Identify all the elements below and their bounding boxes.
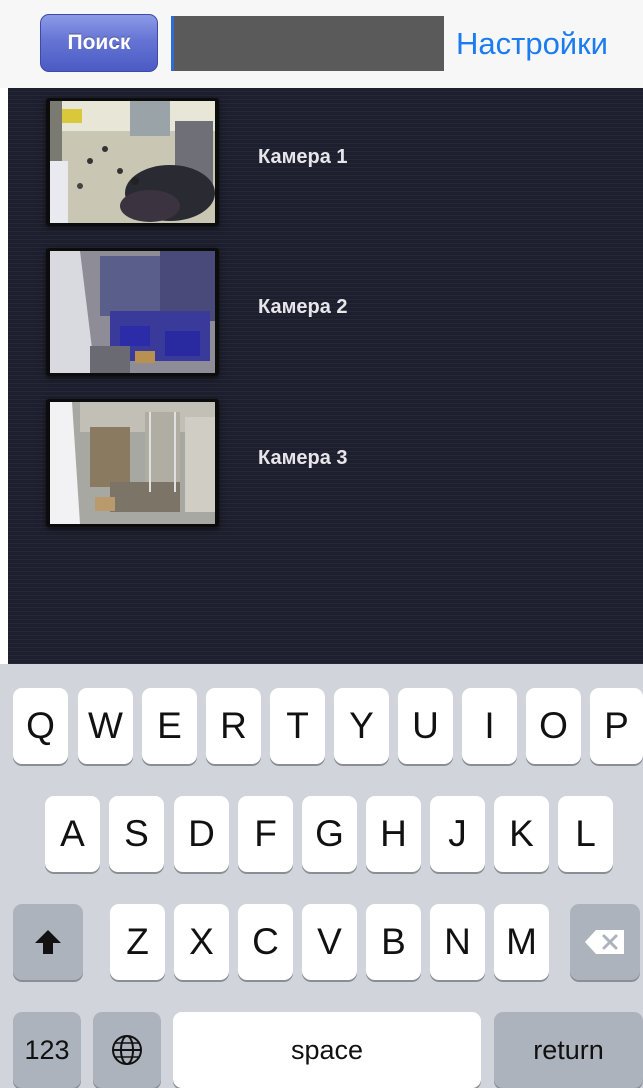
search-button[interactable]: Поиск xyxy=(40,14,158,72)
key-e[interactable]: E xyxy=(142,688,197,764)
space-key[interactable]: space xyxy=(173,1012,481,1088)
key-s[interactable]: S xyxy=(109,796,164,872)
key-o[interactable]: O xyxy=(526,688,581,764)
key-a[interactable]: A xyxy=(45,796,100,872)
key-y[interactable]: Y xyxy=(334,688,389,764)
key-h[interactable]: H xyxy=(366,796,421,872)
key-t[interactable]: T xyxy=(270,688,325,764)
numbers-key[interactable]: 123 xyxy=(13,1012,81,1088)
camera-thumbnail[interactable] xyxy=(46,98,219,226)
camera-thumbnail[interactable] xyxy=(46,399,219,527)
key-z[interactable]: Z xyxy=(110,904,165,980)
shift-arrow-icon xyxy=(35,930,61,954)
key-x[interactable]: X xyxy=(174,904,229,980)
key-q[interactable]: Q xyxy=(13,688,68,764)
globe-icon xyxy=(112,1035,142,1065)
return-key[interactable]: return xyxy=(494,1012,643,1088)
camera-thumbnail-storage-room-icon xyxy=(50,402,215,524)
key-c[interactable]: C xyxy=(238,904,293,980)
top-bar: Поиск Настройки xyxy=(0,0,643,88)
key-i[interactable]: I xyxy=(462,688,517,764)
key-b[interactable]: B xyxy=(366,904,421,980)
camera-list: Камера 1 Камера 2 Камера 3 xyxy=(8,88,643,664)
camera-list-item[interactable]: Камера 1 xyxy=(8,98,643,238)
key-p[interactable]: P xyxy=(590,688,643,764)
key-j[interactable]: J xyxy=(430,796,485,872)
delete-key[interactable] xyxy=(570,904,640,980)
key-d[interactable]: D xyxy=(174,796,229,872)
key-u[interactable]: U xyxy=(398,688,453,764)
key-r[interactable]: R xyxy=(206,688,261,764)
keyboard: Q W E R T Y U I O P A S D F G H J K L Z … xyxy=(0,664,643,1088)
key-g[interactable]: G xyxy=(302,796,357,872)
camera-thumbnail-crowd-hall-icon xyxy=(50,101,215,223)
camera-thumbnail-warehouse-aisle-icon xyxy=(50,251,215,373)
camera-thumbnail[interactable] xyxy=(46,248,219,376)
settings-link[interactable]: Настройки xyxy=(456,24,608,64)
camera-label: Камера 3 xyxy=(258,447,348,469)
key-m[interactable]: M xyxy=(494,904,549,980)
backspace-icon xyxy=(585,930,624,954)
key-w[interactable]: W xyxy=(78,688,133,764)
camera-list-item[interactable]: Камера 3 xyxy=(8,399,643,539)
key-f[interactable]: F xyxy=(238,796,293,872)
search-input[interactable] xyxy=(171,16,444,71)
camera-list-item[interactable]: Камера 2 xyxy=(8,248,643,388)
camera-label: Камера 1 xyxy=(258,146,348,168)
key-n[interactable]: N xyxy=(430,904,485,980)
key-k[interactable]: K xyxy=(494,796,549,872)
globe-key[interactable] xyxy=(93,1012,161,1088)
shift-key[interactable] xyxy=(13,904,83,980)
key-l[interactable]: L xyxy=(558,796,613,872)
camera-label: Камера 2 xyxy=(258,296,348,318)
key-v[interactable]: V xyxy=(302,904,357,980)
